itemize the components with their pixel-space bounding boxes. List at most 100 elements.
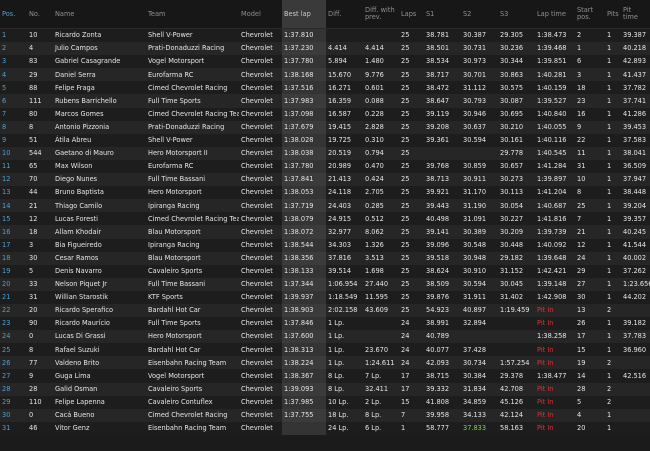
col-no-header[interactable]: No. xyxy=(27,0,53,29)
table-row[interactable]: 5 88 Felipe Fraga Cimed Chevrolet Racing Che… xyxy=(0,81,650,95)
table-row[interactable]: 4 29 Daniel Serra Eurofarma RC Chevrolet 1:38… xyxy=(0,68,650,82)
col-pits-header[interactable]: Pits xyxy=(605,0,621,29)
car-number-cell: 0 xyxy=(27,330,53,344)
table-row[interactable]: 11 65 Max Wilson Eurofarma RC Chevrolet 1:37.… xyxy=(0,159,650,174)
model-cell: Chevrolet xyxy=(239,107,282,121)
best-lap-cell: 1:38.903 xyxy=(282,303,326,318)
start-pos-cell: 4 xyxy=(575,408,605,422)
diff-prev-cell: 0.601 xyxy=(363,81,399,95)
driver-name-cell: Diego Nunes xyxy=(53,173,146,187)
s3-cell: 29.778 xyxy=(498,146,535,160)
start-pos-cell: 19 xyxy=(575,356,605,370)
col-diff-prev-header[interactable]: Diff. with prev. xyxy=(363,0,399,29)
lap-time-cell: 1:42.908 xyxy=(535,290,575,304)
pits-cell: 1 xyxy=(605,421,621,435)
best-lap-cell: 1:38.038 xyxy=(282,146,326,160)
driver-name-cell: Rubens Barrichello xyxy=(53,94,146,108)
col-laps-header[interactable]: Laps xyxy=(399,0,424,29)
table-row[interactable]: 3 83 Gabriel Casagrande Vogel Motorsport Che… xyxy=(0,55,650,69)
pos-cell: 15 xyxy=(0,212,27,226)
car-number-cell: 30 xyxy=(27,251,53,265)
pos-cell: 5 xyxy=(0,81,27,95)
pos-cell: 4 xyxy=(0,68,27,82)
s3-cell: 30.863 xyxy=(498,68,535,82)
table-row[interactable]: 10 544 Gaetano di Mauro Hero Motorsport II C… xyxy=(0,146,650,160)
table-row[interactable]: 8 8 Antonio Pizzonia Prati-Donaduzzi Racing… xyxy=(0,120,650,134)
table-row[interactable]: 18 30 Cesar Ramos Blau Motorsport Chevrolet 1… xyxy=(0,251,650,265)
col-diff-header[interactable]: Diff. xyxy=(326,0,363,29)
driver-name-cell: Gaetano di Mauro xyxy=(53,146,146,160)
s2-cell: 30.637 xyxy=(461,120,498,134)
s2-cell: 30.859 xyxy=(461,159,498,174)
table-row[interactable]: 27 9 Guga Lima Vogel Motorsport Chevrolet 1:3… xyxy=(0,369,650,383)
table-row[interactable]: 21 31 Willian Starostik KTF Sports Chevrolet… xyxy=(0,290,650,304)
team-cell: Blau Motorsport xyxy=(146,225,239,239)
table-row[interactable]: 26 77 Valdeno Brito Eisenbahn Racing Team Ch… xyxy=(0,356,650,370)
model-cell: Chevrolet xyxy=(239,173,282,187)
pit-time-cell: 36.509 xyxy=(621,159,650,174)
best-lap-cell: 1:38.053 xyxy=(282,186,326,200)
diff-prev-cell: 2.705 xyxy=(363,186,399,200)
s1-cell: 39.096 xyxy=(424,238,461,252)
table-row[interactable]: 1 10 Ricardo Zonta Shell V-Power Chevrolet 1:… xyxy=(0,28,650,43)
col-s1-header[interactable]: S1 xyxy=(424,0,461,29)
pit-time-cell: 40.218 xyxy=(621,42,650,56)
table-row[interactable]: 2 4 Julio Campos Prati-Donaduzzi Racing Chev… xyxy=(0,42,650,56)
start-pos-cell: 17 xyxy=(575,330,605,344)
driver-name-cell: Willian Starostik xyxy=(53,290,146,304)
col-lap-time-header[interactable]: Lap time xyxy=(535,0,575,29)
lap-time-cell: Pit In xyxy=(535,382,575,396)
table-row[interactable]: 28 28 Galid Osman Cavaleiro Sports Chevrolet… xyxy=(0,382,650,396)
col-pit-time-header[interactable]: Pit time xyxy=(621,0,650,29)
laps-cell: 25 xyxy=(399,199,424,213)
table-row[interactable]: 15 12 Lucas Foresti Cimed Chevrolet Racing … xyxy=(0,212,650,226)
model-cell: Chevrolet xyxy=(239,290,282,304)
s1-cell: 54.923 xyxy=(424,303,461,318)
table-row[interactable]: 31 46 Vitor Genz Eisenbahn Racing Team Chevr… xyxy=(0,421,650,435)
col-best-lap-header[interactable]: Best lap xyxy=(282,0,326,29)
table-row[interactable]: 20 33 Nelson Piquet Jr Full Time Bassani Che… xyxy=(0,277,650,291)
s3-cell: 58.163 xyxy=(498,421,535,435)
model-cell: Chevrolet xyxy=(239,42,282,56)
start-pos-cell: 12 xyxy=(575,238,605,252)
diff-prev-cell: 3.513 xyxy=(363,251,399,265)
pits-cell: 1 xyxy=(605,290,621,304)
driver-name-cell: Galid Osman xyxy=(53,382,146,396)
s2-cell: 31.190 xyxy=(461,199,498,213)
table-row[interactable]: 29 110 Felipe Lapenna Cavaleiro Contuflex Ch… xyxy=(0,395,650,409)
col-pos-header[interactable]: Pos. xyxy=(0,0,27,29)
table-row[interactable]: 7 80 Marcos Gomes Cimed Chevrolet Racing Te… xyxy=(0,107,650,121)
pos-cell: 21 xyxy=(0,290,27,304)
s1-cell: 39.518 xyxy=(424,251,461,265)
table-row[interactable]: 17 3 Bia Figueiredo Ipiranga Racing Chevrole… xyxy=(0,238,650,252)
s2-cell: 32.894 xyxy=(461,317,498,331)
table-row[interactable]: 9 51 Átila Abreu Shell V-Power Chevrolet 1:38… xyxy=(0,133,650,147)
table-row[interactable]: 23 90 Ricardo Maurício Full Time Sports Chev… xyxy=(0,317,650,331)
driver-name-cell: Max Wilson xyxy=(53,159,146,174)
team-cell: Cavaleiro Contuflex xyxy=(146,395,239,409)
col-s3-header[interactable]: S3 xyxy=(498,0,535,29)
diff-cell: 5.894 xyxy=(326,55,363,69)
model-cell: Chevrolet xyxy=(239,81,282,95)
table-row[interactable]: 13 44 Bruno Baptista Hero Motorsport Chevrol… xyxy=(0,186,650,200)
col-start-pos-header[interactable]: Start pos. xyxy=(575,0,605,29)
table-row[interactable]: 19 5 Denis Navarro Cavaleiro Sports Chevrole… xyxy=(0,264,650,278)
table-row[interactable]: 6 111 Rubens Barrichello Full Time Sports Ch… xyxy=(0,94,650,108)
s2-cell xyxy=(461,146,498,160)
col-model-header[interactable]: Model xyxy=(239,0,282,29)
lap-time-cell: 1:38.258 xyxy=(535,330,575,344)
table-row[interactable]: 14 21 Thiago Camilo Ipiranga Racing Chevrole… xyxy=(0,199,650,213)
col-name-header[interactable]: Name xyxy=(53,0,146,29)
col-s2-header[interactable]: S2 xyxy=(461,0,498,29)
table-row[interactable]: 12 70 Diego Nunes Full Time Bassani Chevrole… xyxy=(0,173,650,187)
pit-time-cell: 39.182 xyxy=(621,317,650,331)
table-row[interactable]: 22 20 Ricardo Sperafico Bardahl Hot Car Chev… xyxy=(0,303,650,318)
col-team-header[interactable]: Team xyxy=(146,0,239,29)
table-row[interactable]: 24 0 Lucas Di Grassi Hero Motorsport Chevrol… xyxy=(0,330,650,344)
table-row[interactable]: 16 18 Allam Khodair Blau Motorsport Chevrole… xyxy=(0,225,650,239)
pits-cell: 1 xyxy=(605,251,621,265)
lap-time-cell: 1:39.851 xyxy=(535,55,575,69)
s1-cell: 38.624 xyxy=(424,264,461,278)
table-row[interactable]: 30 0 Cacá Bueno Cimed Chevrolet Racing Chevr… xyxy=(0,408,650,422)
table-row[interactable]: 25 8 Rafael Suzuki Bardahl Hot Car Chevrolet… xyxy=(0,343,650,357)
